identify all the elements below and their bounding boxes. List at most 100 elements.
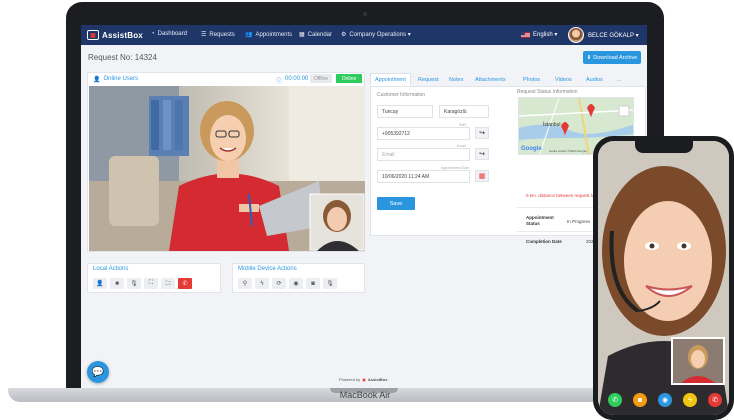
appointment-status-value: In Progress bbox=[567, 219, 591, 224]
users-icon: 👥 bbox=[245, 32, 253, 38]
download-archive-button[interactable]: ⬇ Download Archive bbox=[583, 51, 641, 64]
tab-notes[interactable]: Notes bbox=[444, 73, 468, 86]
download-icon: ⬇ bbox=[586, 54, 592, 61]
logo-mark-icon: ▣ bbox=[362, 377, 366, 382]
laptop-screen: ▣ AssistBox ◔ Dashboard ☰ Requests 👥 App… bbox=[81, 25, 647, 388]
user-name: BELCE GÖKALP ▾ bbox=[588, 32, 639, 39]
flash-icon[interactable]: ϟ bbox=[683, 393, 697, 407]
online-users-bar: 👤 Online Users ⓘ 00:00:00 Offline Online bbox=[88, 73, 364, 85]
laptop-model-label: MacBook Air bbox=[339, 390, 391, 400]
tab-request[interactable]: Request bbox=[413, 73, 444, 86]
last-name-field[interactable]: Karagözlü bbox=[439, 105, 489, 118]
video-icon[interactable]: ■ bbox=[110, 278, 124, 289]
self-video-pip bbox=[671, 337, 725, 385]
save-button[interactable]: Save bbox=[377, 197, 415, 210]
local-actions-box: Local Actions 👤 ■ 🎙 ⛶ 🗀 ✆ bbox=[87, 263, 221, 293]
powered-by-text: Powered by bbox=[339, 377, 361, 382]
nav-label: Requests bbox=[209, 31, 235, 38]
tab-videos[interactable]: Videos bbox=[550, 73, 577, 86]
camera-icon[interactable]: ◙ bbox=[633, 393, 647, 407]
nav-requests[interactable]: ☰ Requests bbox=[201, 31, 235, 39]
map-city-label: İstanbul bbox=[543, 122, 561, 128]
local-actions-row: 👤 ■ 🎙 ⛶ 🗀 ✆ bbox=[93, 278, 192, 289]
status-offline-button[interactable]: Offline bbox=[310, 74, 332, 83]
microphone-icon[interactable]: 🎙 bbox=[127, 278, 141, 289]
customer-info-heading: Customer Information bbox=[377, 92, 426, 98]
appointment-status-key: Appointment Status bbox=[526, 215, 554, 226]
phone-icon[interactable]: ✆ bbox=[608, 393, 622, 407]
chat-icon[interactable]: 💬 bbox=[87, 361, 109, 383]
status-online-button[interactable]: Online bbox=[336, 74, 362, 83]
calendar-icon: ▦ bbox=[299, 32, 305, 38]
dashboard-icon: ◔ bbox=[151, 31, 155, 37]
nav-label: Appointments bbox=[255, 31, 293, 38]
call-timer: ⓘ 00:00:00 bbox=[276, 76, 308, 85]
flash-icon[interactable]: ϟ bbox=[255, 278, 269, 289]
user-menu[interactable]: BELCE GÖKALP ▾ bbox=[568, 27, 639, 43]
tab-attachments[interactable]: Attachments bbox=[470, 73, 511, 86]
self-video-image bbox=[673, 339, 723, 383]
completion-date-key: Completion Date bbox=[526, 239, 562, 244]
tab-more[interactable]: ... bbox=[612, 73, 627, 86]
user-icon[interactable]: 👤 bbox=[93, 278, 107, 289]
eye-icon[interactable]: ◉ bbox=[289, 278, 303, 289]
phone-notch bbox=[635, 141, 693, 153]
tab-appointment[interactable]: Appointment bbox=[370, 73, 411, 86]
nav-company-operations[interactable]: ⚙ Company Operations ▾ bbox=[341, 31, 411, 38]
online-users-text: Online Users bbox=[103, 76, 139, 82]
nav-label: Calendar bbox=[307, 31, 333, 38]
phone-device: ✆ ◙ ◉ ϟ ✆ bbox=[593, 136, 734, 420]
mobile-actions-row: ⚲ ϟ ⟳ ◉ ◙ 🎙 bbox=[238, 278, 337, 289]
gears-icon: ⚙ bbox=[341, 32, 347, 38]
download-label: Download Archive bbox=[593, 54, 638, 61]
map-attribution: Harita verileri ©2020 Google bbox=[549, 149, 587, 153]
brand-name: AssistBox bbox=[102, 30, 143, 40]
powered-by-brand: AssistBox bbox=[367, 377, 388, 382]
phone-video-feed: ✆ ◙ ◉ ϟ ✆ bbox=[598, 141, 729, 415]
calendar-icon[interactable]: ▦ bbox=[475, 170, 489, 182]
tab-photos[interactable]: Photos bbox=[518, 73, 545, 86]
switch-camera-icon[interactable]: ⟳ bbox=[272, 278, 286, 289]
local-actions-title: Local Actions bbox=[93, 266, 129, 272]
timer-value: 00:00:00 bbox=[285, 76, 309, 82]
marketing-composite: ▣ AssistBox ◔ Dashboard ☰ Requests 👥 App… bbox=[0, 0, 734, 420]
tab-audios[interactable]: Audios bbox=[581, 73, 608, 86]
appointment-date-field[interactable]: 10/06/2020 11:24 AM bbox=[377, 170, 470, 183]
info-icon: ⓘ bbox=[276, 79, 283, 85]
logo-mark-icon: ▣ bbox=[87, 30, 99, 40]
remote-video-feed bbox=[89, 86, 365, 251]
language-selector[interactable]: English ▾ bbox=[521, 31, 557, 38]
phone-field[interactable]: +905392712 bbox=[377, 127, 470, 140]
laptop-camera bbox=[363, 12, 367, 16]
brand-logo[interactable]: ▣ AssistBox bbox=[87, 29, 143, 41]
google-logo: Google bbox=[521, 146, 542, 152]
first-name-field[interactable]: Tuncay bbox=[377, 105, 433, 118]
language-label: English ▾ bbox=[533, 32, 558, 38]
mobile-actions-title: Mobile Device Actions bbox=[238, 266, 297, 272]
fullscreen-icon[interactable]: ⛶ bbox=[144, 278, 158, 289]
nav-appointments[interactable]: 👥 Appointments bbox=[245, 31, 293, 39]
nav-label: Dashboard bbox=[157, 31, 187, 37]
us-flag-icon bbox=[521, 31, 530, 38]
nav-calendar[interactable]: ▦ Calendar bbox=[299, 31, 333, 39]
end-call-icon[interactable]: ✆ bbox=[708, 393, 722, 407]
video-frame-image bbox=[89, 86, 365, 251]
powered-by: Powered by ▣ AssistBox bbox=[339, 377, 387, 382]
location-icon[interactable]: ⚲ bbox=[238, 278, 252, 289]
photo-icon[interactable]: ◉ bbox=[658, 393, 672, 407]
end-call-icon[interactable]: ✆ bbox=[178, 278, 192, 289]
detail-tabs: Appointment Request Notes Attachments Ph… bbox=[370, 73, 646, 86]
nav-dashboard[interactable]: ◔ Dashboard bbox=[151, 31, 187, 37]
email-field[interactable]: Email bbox=[377, 148, 470, 161]
avatar bbox=[568, 27, 584, 43]
share-icon[interactable]: ↪ bbox=[475, 127, 489, 139]
microphone-icon[interactable]: 🎙 bbox=[323, 278, 337, 289]
page-title: Request No: 14324 bbox=[88, 53, 157, 62]
top-navbar: ▣ AssistBox ◔ Dashboard ☰ Requests 👥 App… bbox=[81, 25, 647, 45]
status-info-heading: Request Status Information bbox=[517, 89, 578, 95]
folder-icon[interactable]: 🗀 bbox=[161, 278, 175, 289]
phone-call-controls: ✆ ◙ ◉ ϟ ✆ bbox=[608, 393, 722, 407]
camera-icon[interactable]: ◙ bbox=[306, 278, 320, 289]
share-icon[interactable]: ↪ bbox=[475, 148, 489, 160]
list-icon: ☰ bbox=[201, 32, 207, 38]
